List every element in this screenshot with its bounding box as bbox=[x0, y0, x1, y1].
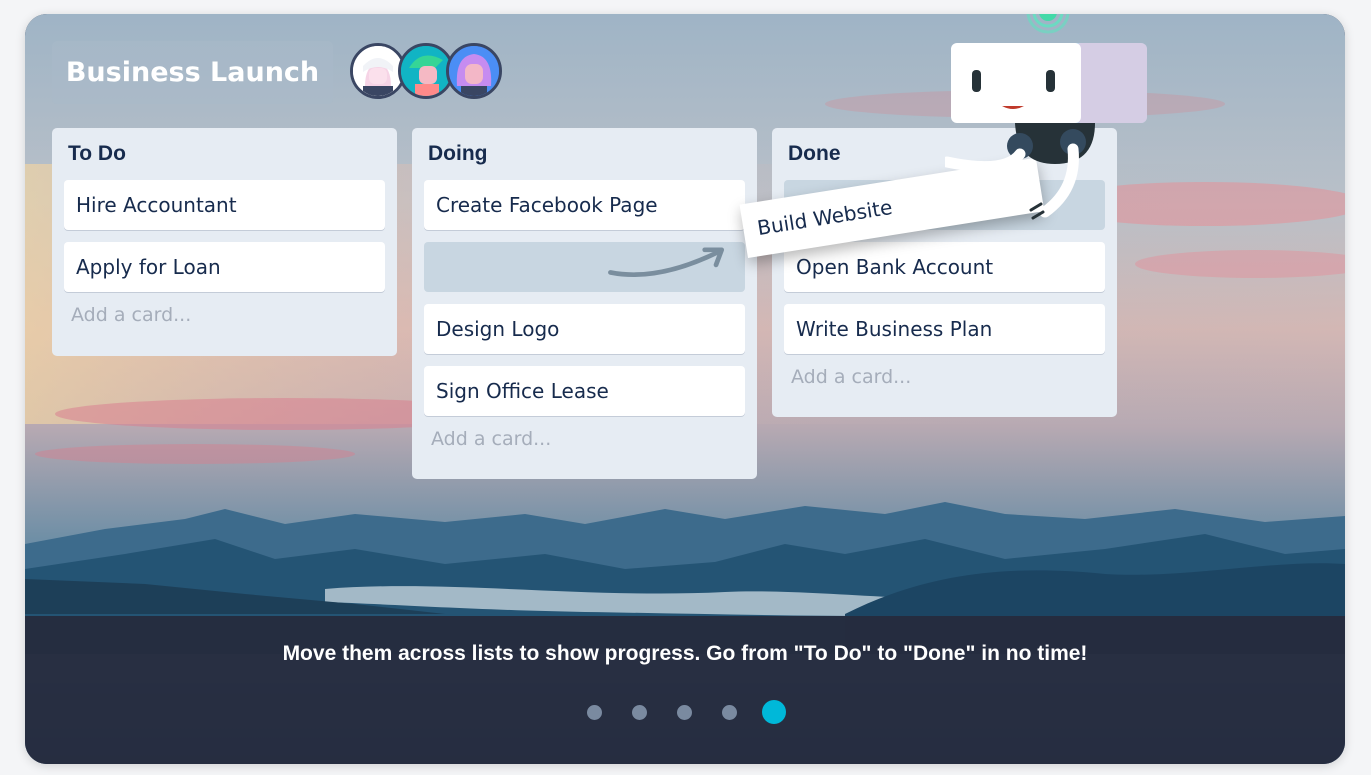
drag-arrow-icon bbox=[608, 247, 725, 277]
add-card-button[interactable]: Add a card... bbox=[784, 362, 1105, 392]
list-to-do[interactable]: To Do Hire Accountant Apply for Loan Add… bbox=[52, 128, 397, 356]
carousel-dot-1[interactable] bbox=[587, 705, 602, 720]
list-title: Doing bbox=[428, 142, 488, 165]
list-doing[interactable]: Doing Create Facebook Page Design Logo S… bbox=[412, 128, 757, 479]
card[interactable]: Open Bank Account bbox=[784, 242, 1105, 292]
card[interactable]: Apply for Loan bbox=[64, 242, 385, 292]
board-title[interactable]: Business Launch bbox=[52, 41, 333, 104]
robot-mascot-icon bbox=[945, 14, 1147, 220]
slide-caption: Move them across lists to show progress.… bbox=[282, 642, 1088, 665]
board-members bbox=[350, 43, 510, 103]
person-icon bbox=[401, 46, 451, 96]
person-icon bbox=[353, 46, 403, 96]
list-title: To Do bbox=[68, 142, 126, 165]
add-card-button[interactable]: Add a card... bbox=[64, 300, 385, 330]
caption-band bbox=[25, 616, 1345, 764]
card[interactable]: Write Business Plan bbox=[784, 304, 1105, 354]
card-drop-placeholder bbox=[424, 242, 745, 292]
card[interactable]: Create Facebook Page bbox=[424, 180, 745, 230]
onboarding-slide: Business Launch To Do Hire Accountant Ap… bbox=[25, 14, 1345, 764]
carousel-dot-4[interactable] bbox=[722, 705, 737, 720]
carousel-dot-2[interactable] bbox=[632, 705, 647, 720]
card[interactable]: Sign Office Lease bbox=[424, 366, 745, 416]
carousel-pagination bbox=[582, 700, 802, 726]
person-icon bbox=[449, 46, 499, 96]
card[interactable]: Hire Accountant bbox=[64, 180, 385, 230]
card[interactable]: Design Logo bbox=[424, 304, 745, 354]
member-avatar[interactable] bbox=[446, 43, 502, 99]
add-card-button[interactable]: Add a card... bbox=[424, 424, 745, 454]
carousel-dot-5[interactable] bbox=[762, 700, 786, 724]
carousel-dot-3[interactable] bbox=[677, 705, 692, 720]
